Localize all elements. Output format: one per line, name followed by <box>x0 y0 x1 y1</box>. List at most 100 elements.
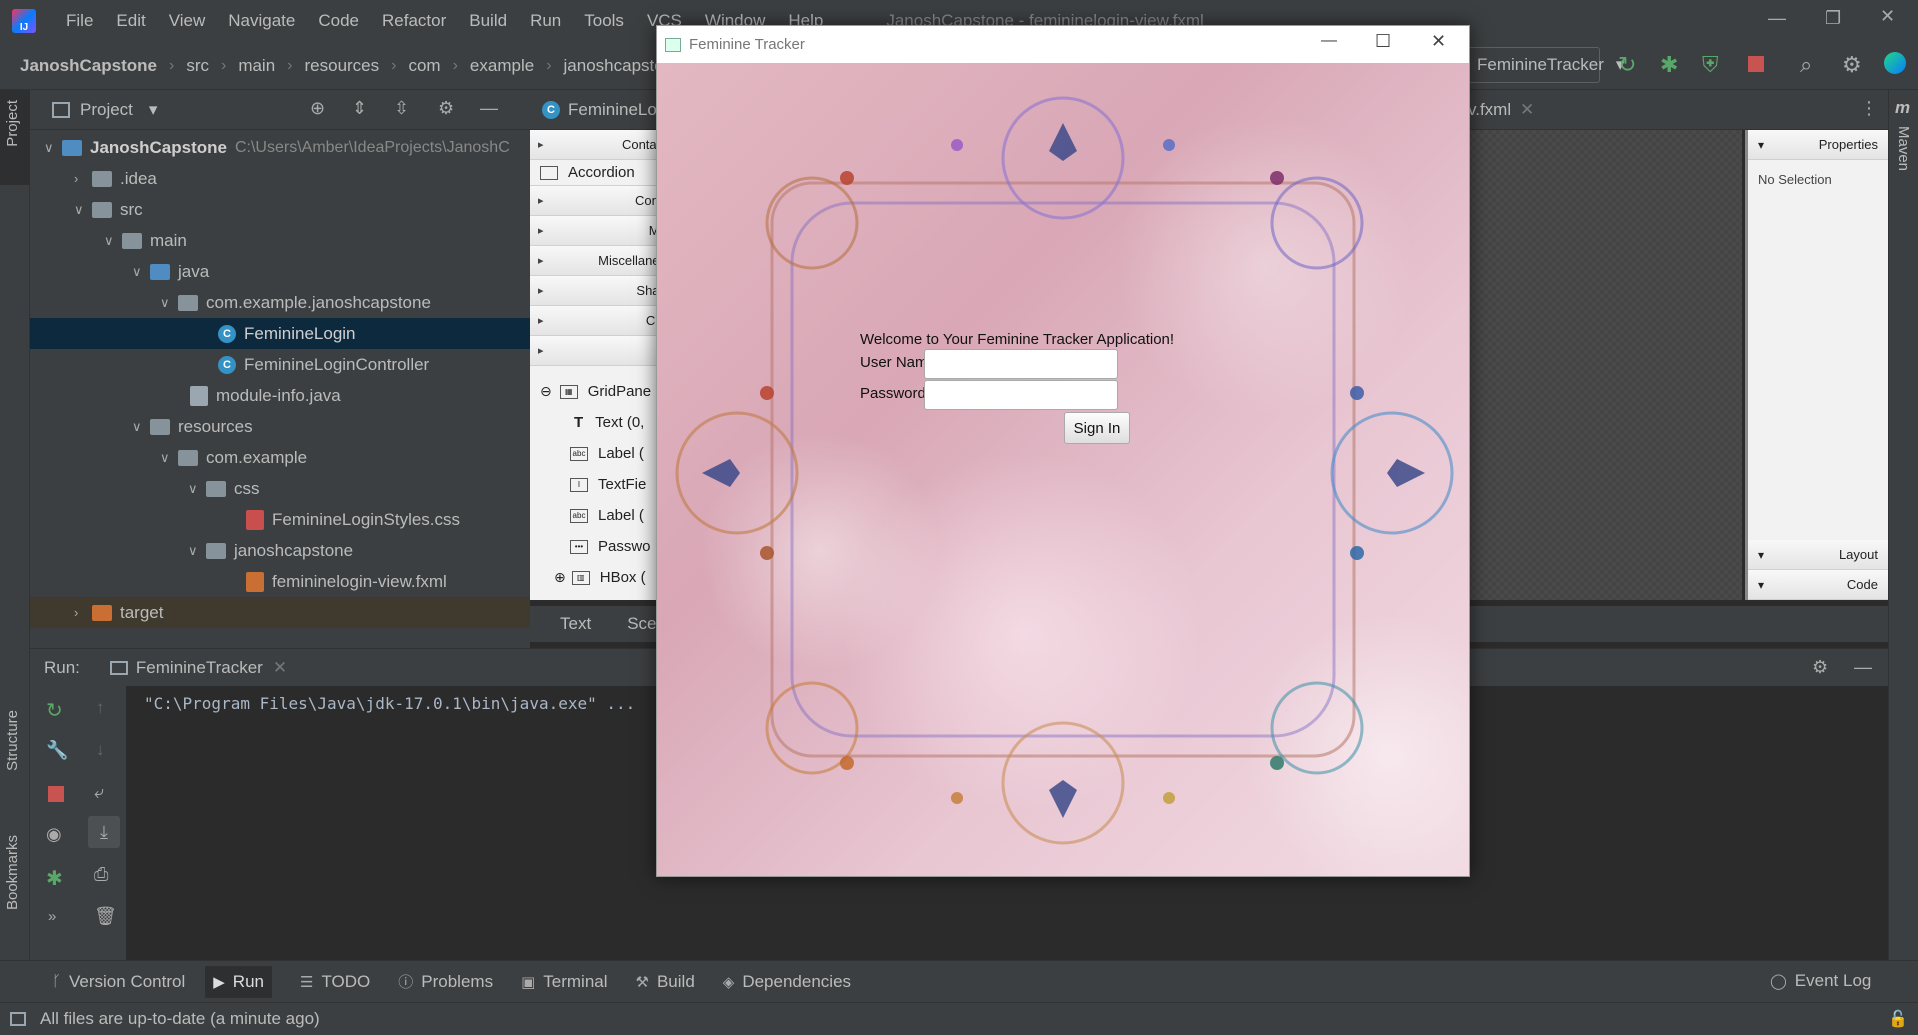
minimize-icon[interactable]: — <box>1321 32 1337 50</box>
tree-node-femininelogincontroller[interactable]: C FeminineLoginController <box>218 349 429 380</box>
rerun-icon[interactable]: ↻ <box>1618 52 1636 78</box>
hide-panel-icon[interactable]: — <box>1854 657 1872 678</box>
close-icon[interactable]: ✕ <box>1880 6 1895 27</box>
locate-crosshair-icon[interactable]: ⊕ <box>310 98 325 119</box>
menu-view[interactable]: View <box>169 11 206 31</box>
tree-node-idea[interactable]: › .idea <box>74 163 157 194</box>
menu-refactor[interactable]: Refactor <box>382 11 446 31</box>
toolbox-icon[interactable] <box>1884 52 1906 74</box>
camera-icon[interactable]: ◉ <box>46 824 62 845</box>
tree-node-module-info[interactable]: module-info.java <box>190 380 341 411</box>
chevron-down-icon[interactable]: ∨ <box>132 264 150 280</box>
collapse-icon[interactable]: ⊖ <box>540 383 552 400</box>
tool-todo[interactable]: ☰ TODO <box>300 972 370 992</box>
chevron-down-icon[interactable]: ∨ <box>188 543 206 559</box>
sign-in-button[interactable]: Sign In <box>1064 412 1130 444</box>
tree-node-janoshcapstone-res[interactable]: ∨ janoshcapstone <box>188 535 353 566</box>
tab-bookmarks[interactable]: Bookmarks <box>4 835 21 910</box>
trash-icon[interactable]: 🗑 <box>94 906 117 927</box>
menu-code[interactable]: Code <box>318 11 359 31</box>
tree-node-femininelogin[interactable]: C FeminineLogin <box>30 318 530 349</box>
more-icon[interactable]: » <box>48 908 56 925</box>
inspector-layout-header[interactable]: Layout <box>1748 540 1888 570</box>
tool-version-control[interactable]: ᚴ Version Control <box>52 972 185 992</box>
run-tab-label[interactable]: FeminineTracker <box>136 658 263 678</box>
wrench-icon[interactable]: 🔧 <box>46 740 68 761</box>
close-tab-icon[interactable]: ✕ <box>273 658 287 678</box>
tree-node-java[interactable]: ∨ java <box>132 256 209 287</box>
inspector-code-header[interactable]: Code <box>1748 570 1888 600</box>
username-input[interactable] <box>924 349 1118 379</box>
chevron-right-icon[interactable]: › <box>74 171 92 186</box>
menu-build[interactable]: Build <box>469 11 507 31</box>
settings-gear-icon[interactable]: ⚙ <box>438 98 454 119</box>
stop-icon[interactable] <box>1748 56 1764 72</box>
chevron-down-icon[interactable]: ▾ <box>149 100 158 120</box>
menu-navigate[interactable]: Navigate <box>228 11 295 31</box>
scroll-to-end-icon[interactable]: ⤓ <box>88 816 120 848</box>
tab-project[interactable]: Project <box>4 100 21 147</box>
tool-dependencies[interactable]: ◈ Dependencies <box>723 972 851 992</box>
chevron-down-icon[interactable]: ∨ <box>74 202 92 218</box>
debug-bug-icon[interactable]: ✱ <box>1660 52 1678 78</box>
tree-node-target[interactable]: › target <box>30 597 530 628</box>
chevron-down-icon[interactable]: ∨ <box>104 233 122 249</box>
expand-all-icon[interactable]: ⇕ <box>352 98 367 119</box>
maximize-icon[interactable]: ☐ <box>1375 31 1391 52</box>
tab-structure[interactable]: Structure <box>4 710 21 771</box>
project-panel-title[interactable]: Project <box>80 100 133 120</box>
menu-tools[interactable]: Tools <box>584 11 624 31</box>
tree-node-com-example[interactable]: ∨ com.example <box>160 442 307 473</box>
menu-file[interactable]: File <box>66 11 93 31</box>
tool-event-log[interactable]: ◯ Event Log <box>1770 971 1871 991</box>
breadcrumb-example[interactable]: example <box>470 56 534 76</box>
settings-gear-icon[interactable]: ⚙ <box>1812 657 1828 678</box>
chevron-down-icon[interactable]: ∨ <box>188 481 206 497</box>
lock-icon[interactable]: 🔓 <box>1888 1009 1908 1029</box>
arrow-up-icon[interactable]: ↑ <box>96 698 105 718</box>
menu-edit[interactable]: Edit <box>116 11 145 31</box>
tree-node-package[interactable]: ∨ com.example.janoshcapstone <box>160 287 431 318</box>
tree-node-css-file[interactable]: FeminineLoginStyles.css <box>246 504 460 535</box>
close-icon[interactable]: ✕ <box>1431 31 1446 52</box>
menu-run[interactable]: Run <box>530 11 561 31</box>
tool-run[interactable]: ▶ Run <box>205 965 272 998</box>
settings-gear-icon[interactable]: ⚙ <box>1842 52 1862 78</box>
chevron-down-icon[interactable]: ∨ <box>160 295 178 311</box>
collapse-all-icon[interactable]: ⇳ <box>394 98 409 119</box>
hide-panel-icon[interactable]: — <box>480 98 498 119</box>
tool-terminal[interactable]: ▣ Terminal <box>521 972 607 992</box>
close-tab-icon[interactable]: ✕ <box>1520 100 1534 120</box>
tree-node-janoshcapstone[interactable]: ∨ JanoshCapstone C:\Users\Amber\IdeaProj… <box>44 132 510 163</box>
chevron-down-icon[interactable]: ∨ <box>160 450 178 466</box>
chevron-right-icon[interactable]: › <box>74 605 92 620</box>
tool-problems[interactable]: ⓘ Problems <box>398 971 493 992</box>
app-title-bar[interactable]: Feminine Tracker — ☐ ✕ <box>657 26 1469 63</box>
tab-maven[interactable]: Maven <box>1895 126 1912 171</box>
breadcrumb-resources[interactable]: resources <box>305 56 380 76</box>
print-icon[interactable]: ⎙ <box>94 864 108 885</box>
inspector-properties-header[interactable]: Properties <box>1748 130 1888 160</box>
tree-node-main[interactable]: ∨ main <box>104 225 187 256</box>
soft-wrap-icon[interactable]: ⤶ <box>94 782 104 803</box>
coverage-shield-icon[interactable]: ⛨ <box>1702 52 1719 78</box>
tab-fxml[interactable]: v.fxml <box>1468 100 1511 120</box>
tool-build[interactable]: ⚒ Build <box>636 972 695 992</box>
stop-icon[interactable] <box>48 786 64 802</box>
breadcrumb-src[interactable]: src <box>186 56 209 76</box>
tab-scene-builder[interactable]: Sce <box>627 614 656 634</box>
intellij-logo-icon[interactable]: IJ <box>12 9 36 33</box>
toggle-tool-windows-icon[interactable] <box>10 1012 26 1026</box>
password-input[interactable] <box>924 380 1118 410</box>
breadcrumb-project[interactable]: JanoshCapstone <box>20 56 157 76</box>
breadcrumb-main[interactable]: main <box>238 56 275 76</box>
search-icon[interactable]: ⌕ <box>1800 52 1812 78</box>
tree-node-css[interactable]: ∨ css <box>188 473 260 504</box>
tree-node-fxml-file[interactable]: femininelogin-view.fxml <box>246 566 447 597</box>
tab-feminineloginjava[interactable]: FeminineLo <box>568 100 657 120</box>
more-vertical-icon[interactable]: ⋮ <box>1860 98 1878 119</box>
breadcrumb-com[interactable]: com <box>408 56 440 76</box>
maven-icon[interactable]: m <box>1895 98 1910 118</box>
debug-bug-icon[interactable]: ✱ <box>46 866 63 891</box>
chevron-down-icon[interactable]: ∨ <box>44 140 62 156</box>
